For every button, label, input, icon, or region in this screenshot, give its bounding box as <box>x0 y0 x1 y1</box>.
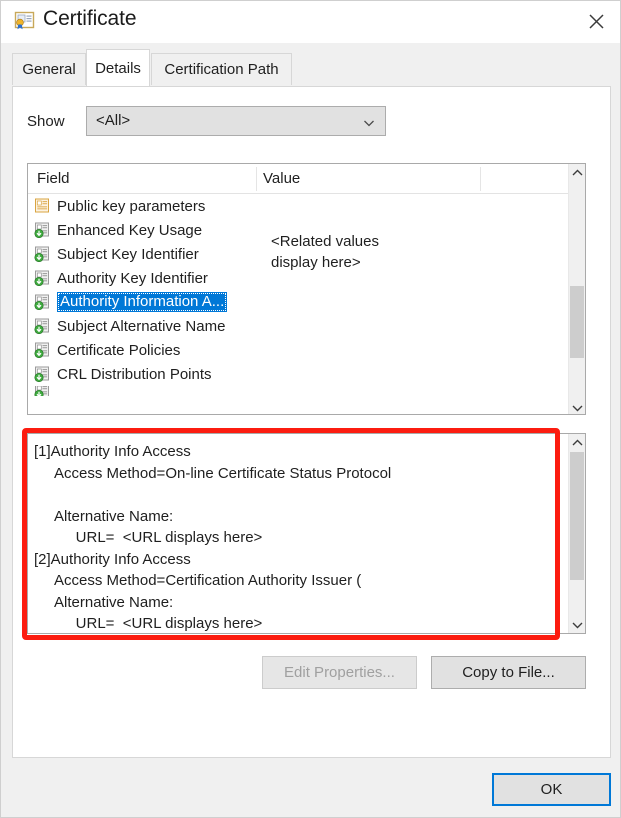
field-detail-textbox[interactable]: [1]Authority Info Access Access Method=O… <box>27 433 586 634</box>
column-divider[interactable] <box>256 167 257 191</box>
field-list-row[interactable]: Authority Information A... <box>28 290 570 314</box>
field-detail-text: [1]Authority Info Access Access Method=O… <box>34 443 392 632</box>
show-label: Show <box>27 113 65 130</box>
field-list-row-label: Public key parameters <box>57 197 206 215</box>
cert-field-icon <box>34 222 51 239</box>
ok-label: OK <box>540 781 563 798</box>
tab-general[interactable]: General <box>12 53 86 85</box>
cert-field-icon <box>34 366 51 383</box>
cert-field-icon <box>34 294 51 311</box>
column-divider[interactable] <box>480 167 481 191</box>
tab-general-label: General <box>22 61 76 78</box>
tab-certification-path[interactable]: Certification Path <box>151 53 292 85</box>
list-header: Field Value <box>28 164 585 194</box>
copy-to-file-button[interactable]: Copy to File... <box>431 656 586 689</box>
tab-details-label: Details <box>95 59 141 77</box>
certificate-icon <box>14 11 35 30</box>
scroll-down-arrow[interactable] <box>569 616 585 633</box>
cert-field-icon <box>34 318 51 335</box>
field-list-row[interactable]: Public key parameters <box>28 194 570 218</box>
cert-field-icon <box>34 342 51 359</box>
value-column-line: <Related values <box>271 233 379 250</box>
scroll-thumb[interactable] <box>570 452 584 580</box>
field-list-row[interactable]: Certificate Policies <box>28 338 570 362</box>
field-list-row-label: Authority Key Identifier <box>57 269 208 287</box>
cert-field-icon <box>34 386 51 396</box>
edit-properties-button[interactable]: Edit Properties... <box>262 656 417 689</box>
certificate-field-list[interactable]: Field Value Public key parameters Enhance… <box>27 163 586 415</box>
scroll-up-arrow[interactable] <box>569 164 585 181</box>
field-list-row-label: CRL Distribution Points <box>57 365 212 383</box>
field-list-scrollbar[interactable] <box>568 164 585 414</box>
tab-certification-path-label: Certification Path <box>164 61 279 78</box>
cert-field-icon-tan <box>34 198 51 214</box>
field-list-row-label: Enhanced Key Usage <box>57 221 203 239</box>
close-button[interactable] <box>570 1 620 42</box>
scroll-up-arrow[interactable] <box>569 434 585 451</box>
list-rows: Public key parameters Enhanced Key Usage S… <box>28 194 570 396</box>
column-header-value[interactable]: Value <box>263 170 300 187</box>
scroll-down-arrow[interactable] <box>569 399 585 414</box>
field-list-row-label: Subject Alternative Name <box>57 317 226 335</box>
field-list-row[interactable]: Subject Alternative Name <box>28 314 570 338</box>
scroll-thumb[interactable] <box>570 286 584 358</box>
edit-properties-label: Edit Properties... <box>284 664 395 681</box>
close-icon <box>588 14 604 29</box>
value-column-line: display here> <box>271 254 361 271</box>
ok-button[interactable]: OK <box>492 773 611 806</box>
show-dropdown-value: <All> <box>96 112 131 129</box>
chevron-down-icon <box>363 116 375 128</box>
field-list-row-partial[interactable] <box>28 386 570 396</box>
cert-field-icon <box>34 246 51 263</box>
tab-strip: General Details Certification Path <box>1 43 620 87</box>
show-dropdown[interactable]: <All> <box>86 106 386 136</box>
copy-to-file-label: Copy to File... <box>462 664 555 681</box>
detail-scrollbar[interactable] <box>568 434 585 633</box>
title-bar: Certificate <box>1 1 620 43</box>
value-column-text: <Related values display here> <box>271 231 379 273</box>
field-list-row-label: Certificate Policies <box>57 341 181 359</box>
cert-field-icon <box>34 270 51 287</box>
tab-details[interactable]: Details <box>86 49 150 86</box>
certificate-dialog: Certificate General Details Certificatio… <box>0 0 621 818</box>
column-header-field[interactable]: Field <box>37 170 70 187</box>
field-list-row[interactable]: CRL Distribution Points <box>28 362 570 386</box>
window-title: Certificate <box>43 7 137 30</box>
field-list-row-label: Authority Information A... <box>57 292 228 312</box>
field-list-row-label: Subject Key Identifier <box>57 245 199 263</box>
